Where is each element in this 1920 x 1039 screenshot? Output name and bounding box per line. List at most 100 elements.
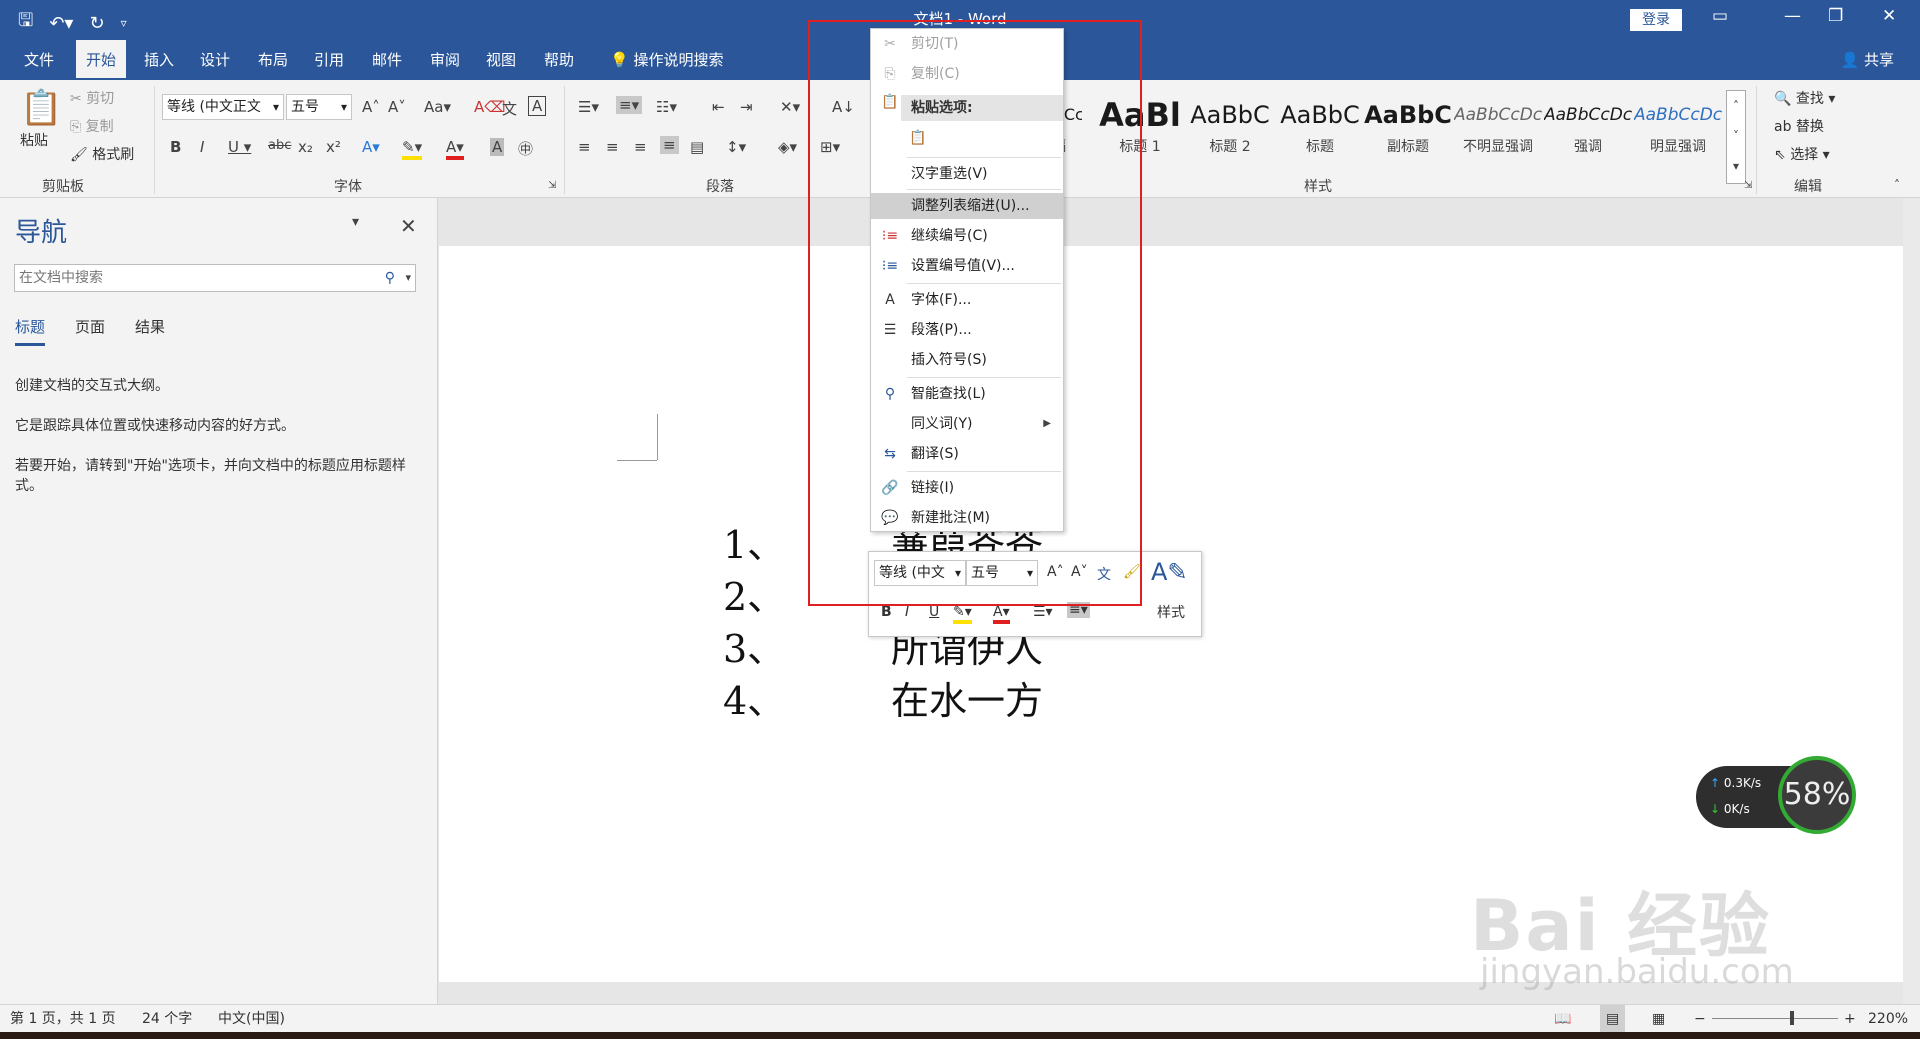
nav-tab-results[interactable]: 结果 xyxy=(135,316,165,337)
nav-close-icon[interactable]: ✕ xyxy=(400,214,417,238)
style-intense-emphasis[interactable]: AaBbCcDc 明显强调 xyxy=(1634,98,1722,156)
clear-formatting-icon[interactable]: A⌫ xyxy=(474,98,505,116)
line-spacing-icon[interactable]: ↕▾ xyxy=(726,138,746,156)
share-button[interactable]: 👤 共享 xyxy=(1841,40,1894,80)
tab-references[interactable]: 引用 xyxy=(304,40,354,80)
style-emphasis[interactable]: AaBbCcDc 强调 xyxy=(1544,98,1632,156)
phonetic-guide-icon[interactable]: 文 xyxy=(502,98,517,119)
bold-icon[interactable]: B xyxy=(170,138,181,156)
restore-icon[interactable]: ❐ xyxy=(1828,6,1843,26)
highlight-icon[interactable]: ✎▾ xyxy=(953,604,972,624)
align-left-icon[interactable]: ≡ xyxy=(578,138,591,156)
grow-font-icon[interactable]: A˄ xyxy=(362,98,380,116)
zoom-slider[interactable] xyxy=(1712,1018,1838,1019)
increase-indent-icon[interactable]: ⇥ xyxy=(740,98,753,116)
tab-help[interactable]: 帮助 xyxy=(534,40,584,80)
search-icon[interactable]: ⚲ xyxy=(385,265,395,291)
zoom-in-icon[interactable]: + xyxy=(1844,1005,1856,1033)
styles-scroll[interactable]: ˄ ˅ ▾ xyxy=(1726,90,1746,184)
paste-button[interactable]: 粘贴 xyxy=(20,130,48,150)
bullets-icon[interactable]: ☰▾ xyxy=(1033,604,1053,620)
read-mode-icon[interactable]: 📖 xyxy=(1554,1005,1571,1033)
decrease-indent-icon[interactable]: ⇤ xyxy=(712,98,725,116)
change-case-icon[interactable]: Aa▾ xyxy=(424,98,451,116)
tab-view[interactable]: 视图 xyxy=(476,40,526,80)
word-count[interactable]: 24 个字 xyxy=(142,1005,192,1033)
select-button[interactable]: ⇖ 选择 ▾ xyxy=(1774,144,1830,164)
replace-button[interactable]: ab 替换 xyxy=(1774,116,1824,136)
tell-me-search[interactable]: 💡 操作说明搜索 xyxy=(600,40,733,80)
underline-icon[interactable]: U xyxy=(929,604,939,620)
login-button[interactable]: 登录 xyxy=(1630,9,1682,31)
tab-home[interactable]: 开始 xyxy=(76,40,127,80)
cut-button[interactable]: ✂ 剪切 xyxy=(70,88,114,108)
font-color-icon[interactable]: A▾ xyxy=(993,604,1010,624)
web-layout-icon[interactable]: ▦ xyxy=(1652,1005,1665,1033)
tab-layout[interactable]: 布局 xyxy=(248,40,298,80)
nav-search-input[interactable]: 在文档中搜索 ⚲ ▾ xyxy=(14,264,416,292)
format-painter-button[interactable]: 🖌 格式刷 xyxy=(70,144,134,164)
justify-icon[interactable]: ≡ xyxy=(660,136,679,154)
find-button[interactable]: 🔍 查找 ▾ xyxy=(1774,88,1835,108)
list-text[interactable]: 在水一方 xyxy=(891,670,1043,725)
print-layout-icon[interactable]: ▤ xyxy=(1600,1005,1626,1033)
bold-icon[interactable]: B xyxy=(881,604,892,620)
vertical-scrollbar[interactable] xyxy=(1903,198,1920,1004)
character-border-icon[interactable]: A xyxy=(528,96,547,116)
italic-icon[interactable]: I xyxy=(200,138,204,156)
font-name-combo[interactable]: 等线 (中文正文 ▾ xyxy=(162,94,284,120)
copy-button[interactable]: ⎘ 复制 xyxy=(70,116,114,136)
styles-dialog-launcher-icon[interactable]: ⇲ xyxy=(1744,180,1752,191)
align-center-icon[interactable]: ≡ xyxy=(606,138,619,156)
tab-mailings[interactable]: 邮件 xyxy=(362,40,412,80)
zoom-out-icon[interactable]: − xyxy=(1694,1005,1706,1033)
character-shading-icon[interactable]: A xyxy=(490,138,505,156)
numbering-icon[interactable]: ≡▾ xyxy=(616,96,643,114)
highlight-icon[interactable]: ✎▾ xyxy=(402,138,423,160)
style-subtitle[interactable]: AaBbC 副标题 xyxy=(1364,98,1452,156)
nav-tab-headings[interactable]: 标题 xyxy=(15,316,46,346)
chinese-layout-icon[interactable]: ✕▾ xyxy=(780,98,800,116)
download-speed: ↓ 0K/s xyxy=(1710,802,1750,816)
zoom-level[interactable]: 220% xyxy=(1868,1005,1908,1033)
nav-options-icon[interactable]: ▾ xyxy=(352,214,359,230)
underline-icon[interactable]: U ▾ xyxy=(228,138,251,156)
network-speed-widget[interactable]: ↑ 0.3K/s ↓ 0K/s 58% xyxy=(1696,756,1856,834)
tab-design[interactable]: 设计 xyxy=(190,40,240,80)
font-size-combo[interactable]: 五号 ▾ xyxy=(286,94,352,120)
ribbon-display-options-icon[interactable]: ▭ xyxy=(1712,6,1728,26)
enclose-characters-icon[interactable]: ㊥ xyxy=(518,138,533,159)
font-dialog-launcher-icon[interactable]: ⇲ xyxy=(548,180,556,191)
style-heading-2[interactable]: AaBbC 标题 2 xyxy=(1186,98,1274,156)
multilevel-list-icon[interactable]: ☷▾ xyxy=(656,98,677,116)
mini-styles-button[interactable]: 样式 xyxy=(1157,602,1185,622)
collapse-ribbon-icon[interactable]: ˄ xyxy=(1894,178,1900,192)
language[interactable]: 中文(中国) xyxy=(218,1005,285,1033)
tab-review[interactable]: 审阅 xyxy=(420,40,470,80)
chevron-down-icon[interactable]: ▾ xyxy=(405,265,411,291)
page-count[interactable]: 第 1 页，共 1 页 xyxy=(10,1005,116,1033)
shading-icon[interactable]: ◈▾ xyxy=(778,138,797,156)
shrink-font-icon[interactable]: A˅ xyxy=(388,98,406,116)
nav-info-text: 若要开始，请转到"开始"选项卡，并向文档中的标题应用标题样式。 xyxy=(15,458,406,494)
superscript-icon[interactable]: x² xyxy=(326,138,341,156)
font-color-icon[interactable]: A▾ xyxy=(446,138,464,160)
nav-tab-pages[interactable]: 页面 xyxy=(75,316,105,337)
subscript-icon[interactable]: x₂ xyxy=(298,138,313,156)
styles-icon[interactable]: A✎ xyxy=(1151,558,1188,586)
tell-me-label: 操作说明搜索 xyxy=(633,51,724,69)
tab-file[interactable]: 文件 xyxy=(14,40,64,80)
italic-icon[interactable]: I xyxy=(905,604,909,620)
close-icon[interactable]: ✕ xyxy=(1882,6,1896,26)
paste-icon[interactable]: 📋 xyxy=(20,88,62,128)
align-right-icon[interactable]: ≡ xyxy=(634,138,647,156)
style-title[interactable]: AaBbC 标题 xyxy=(1276,98,1364,156)
zoom-slider-thumb[interactable] xyxy=(1790,1011,1794,1025)
strikethrough-icon[interactable]: abc xyxy=(268,138,291,153)
minimize-icon[interactable]: — xyxy=(1784,6,1801,26)
tab-insert[interactable]: 插入 xyxy=(134,40,184,80)
bullets-icon[interactable]: ☰▾ xyxy=(578,98,599,116)
distributed-icon[interactable]: ▤ xyxy=(690,138,704,156)
text-effects-icon[interactable]: A▾ xyxy=(362,138,380,156)
style-subtle-emphasis[interactable]: AaBbCcDc 不明显强调 xyxy=(1454,98,1542,156)
